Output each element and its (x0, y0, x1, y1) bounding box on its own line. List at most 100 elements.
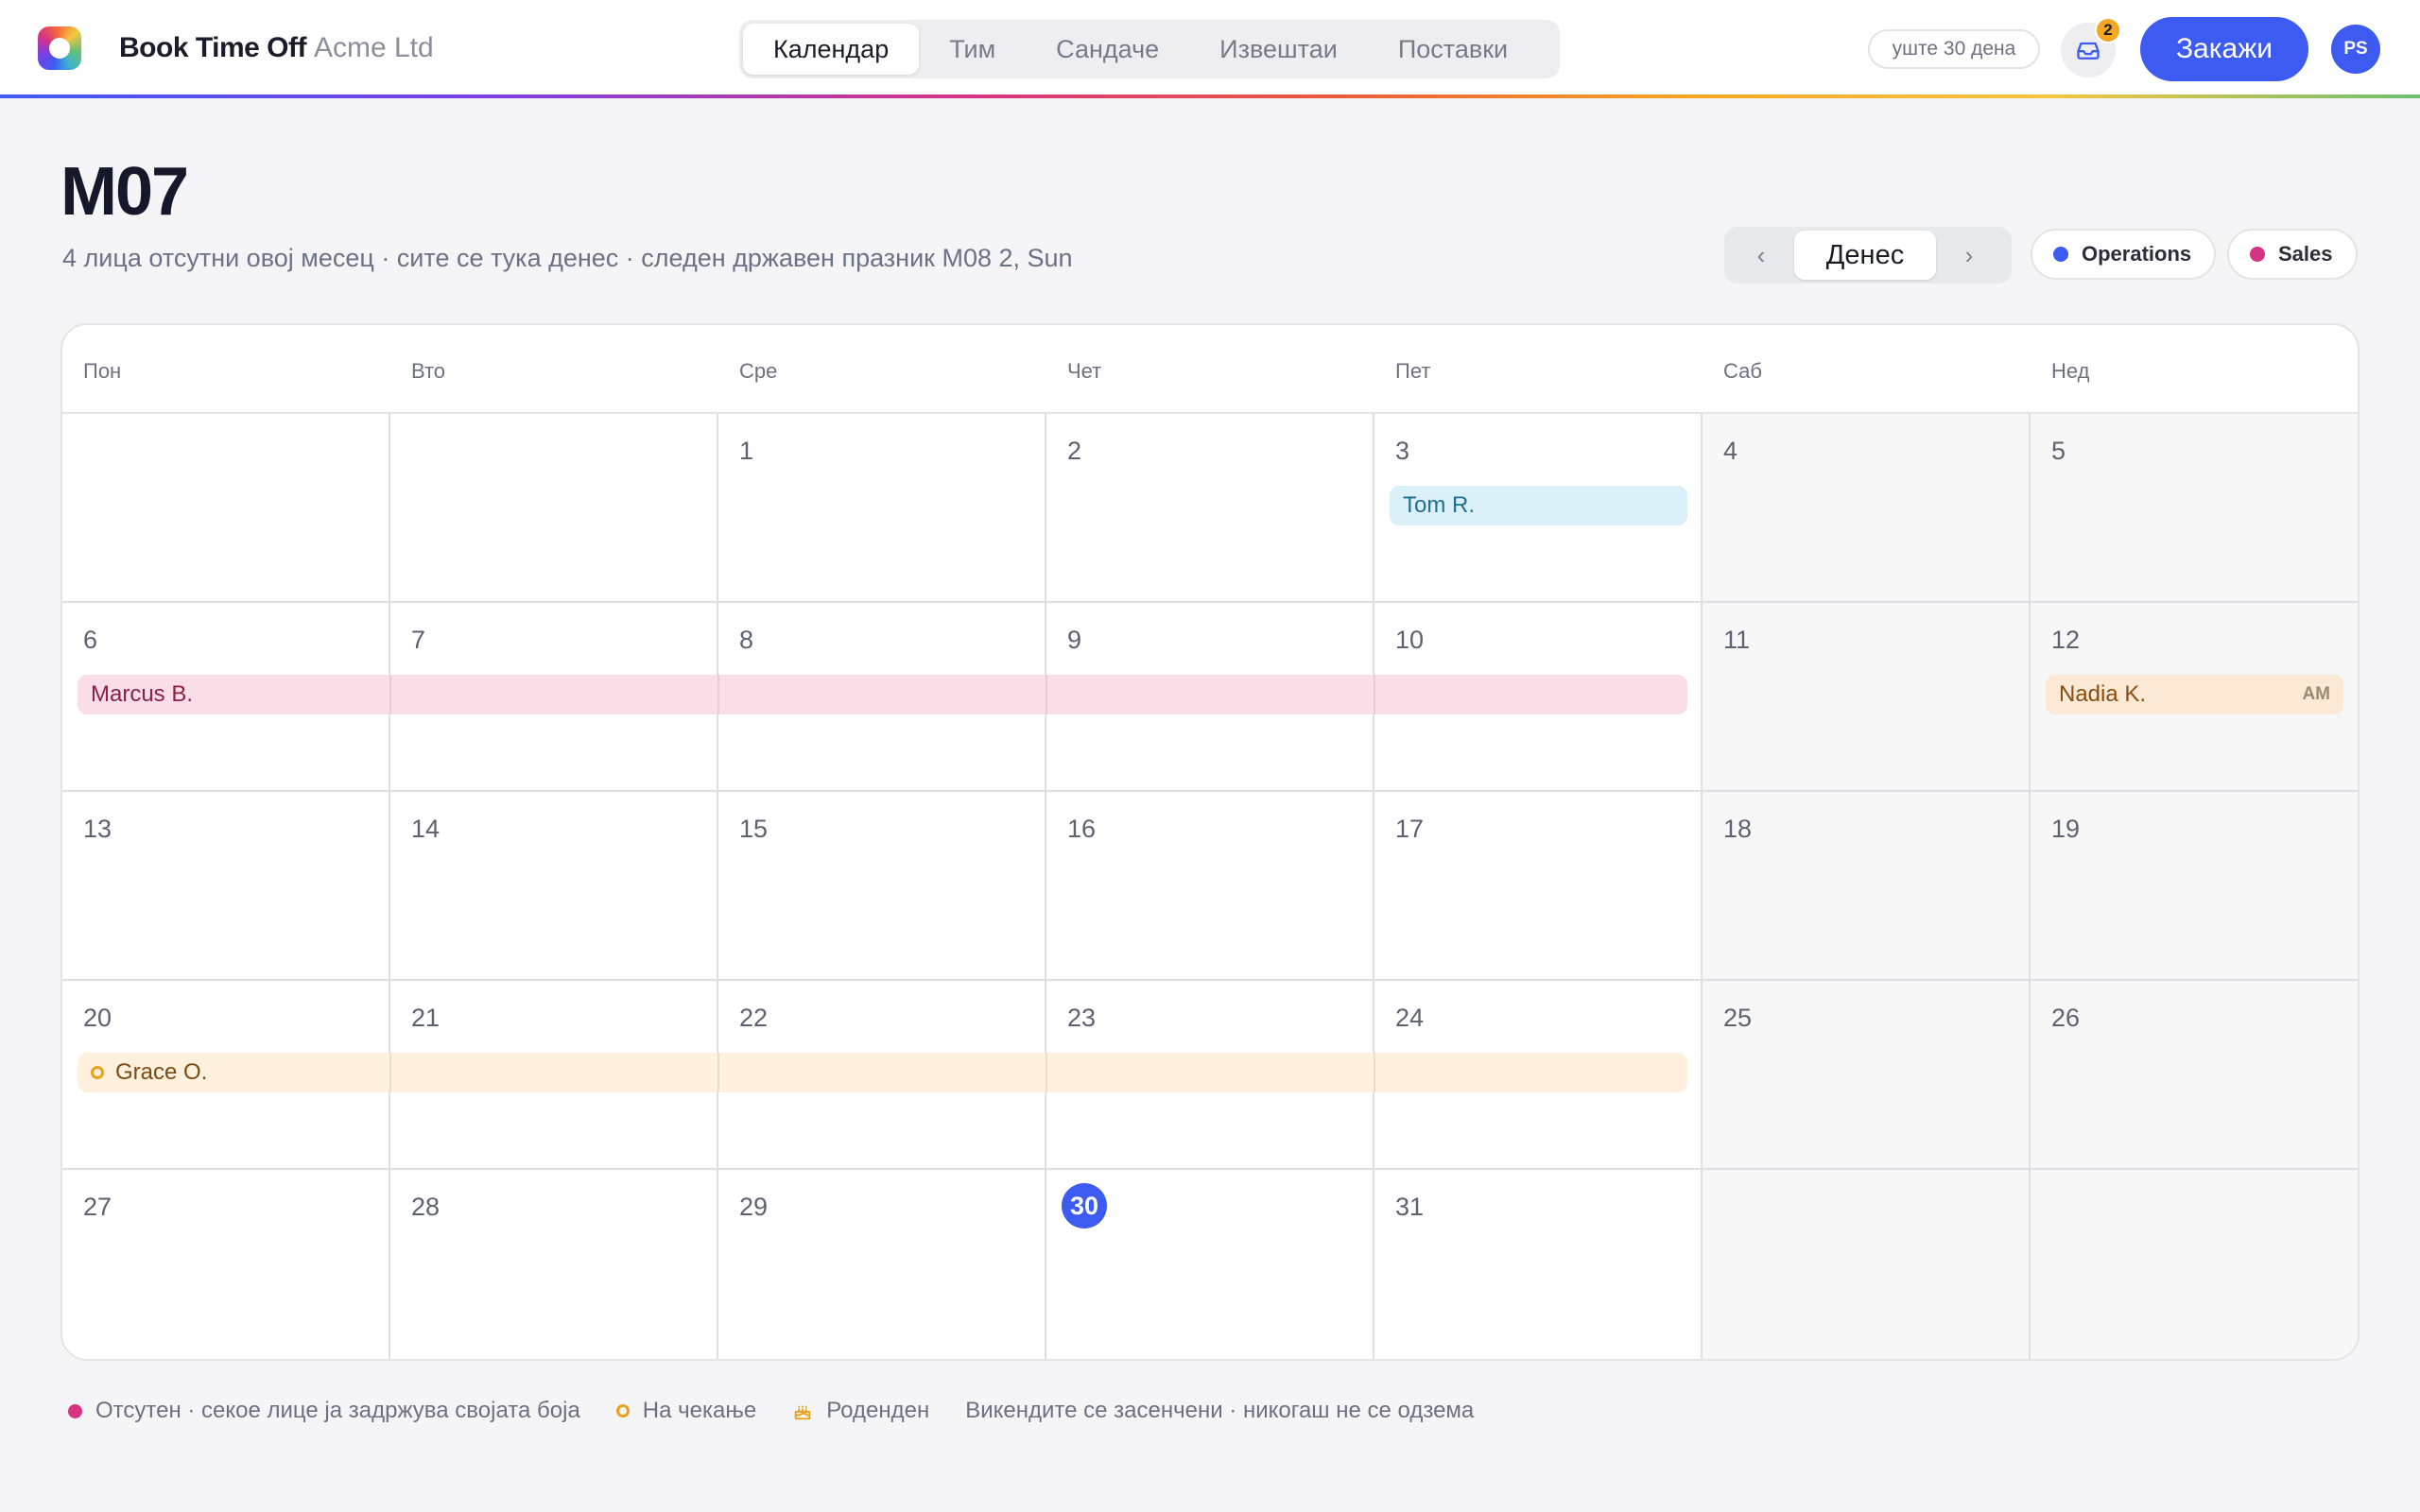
empty-day-cell (2031, 1170, 2358, 1359)
app-logo-icon[interactable] (38, 26, 81, 70)
absence-bar[interactable]: Nadia K. AM (2046, 675, 2343, 714)
top-bar: Book Time Off Acme Ltd Календар Тим Санда… (0, 0, 2420, 98)
pending-ring-icon (615, 1404, 630, 1418)
legend-birthday-label: Роденден (826, 1398, 930, 1423)
main-nav: Календар Тим Сандаче Извештаи Поставки (739, 20, 1560, 78)
day-cell[interactable]: 26 (2031, 981, 2358, 1170)
day-divider (1374, 675, 1375, 714)
day-divider (1374, 1053, 1375, 1092)
empty-day-cell (62, 414, 390, 603)
legend-pending: На чекање (615, 1398, 757, 1424)
trial-badge[interactable]: уште 30 дена (1868, 29, 2040, 69)
dept-filter-operations[interactable]: Operations (2031, 229, 2217, 280)
day-cell[interactable]: 19 (2031, 792, 2358, 981)
day-cell[interactable]: 31 (1374, 1170, 1703, 1359)
absence-bar[interactable]: Grace O. (78, 1053, 1687, 1092)
weekday-header: Пон Вто Сре Чет Пет Саб Нед (62, 325, 2358, 414)
prev-month-button[interactable]: ‹ (1728, 231, 1794, 280)
day-cell[interactable]: 11 (1703, 603, 2031, 792)
cake-icon (792, 1400, 813, 1421)
legend-weekend-label: Викендите се засенчени · никогаш не се о… (965, 1398, 1475, 1423)
absence-bar[interactable]: Tom R. (1390, 486, 1687, 525)
day-cell[interactable]: 15 (718, 792, 1046, 981)
absence-person-name: Tom R. (1403, 492, 1476, 518)
weekday-label: Пон (83, 359, 122, 383)
next-month-button[interactable]: › (1936, 231, 2002, 280)
tab-calendar[interactable]: Календар (743, 24, 920, 75)
dept-color-dot (2053, 247, 2068, 262)
day-number: 9 (1067, 626, 1082, 654)
today-button[interactable]: Денес (1794, 231, 1936, 280)
day-cell[interactable]: 29 (718, 1170, 1046, 1359)
book-time-off-button[interactable]: Закажи (2140, 17, 2308, 81)
day-cell[interactable]: 13 (62, 792, 390, 981)
weekday-label: Вто (411, 359, 446, 383)
day-number: 10 (1395, 626, 1425, 654)
legend-pending-label: На чекање (642, 1398, 757, 1423)
absent-dot-icon (68, 1403, 82, 1418)
day-number: 2 (1067, 437, 1082, 465)
absence-person-name: Grace O. (115, 1059, 208, 1085)
user-avatar[interactable]: PS (2331, 25, 2380, 74)
day-cell[interactable]: 2 (1046, 414, 1374, 603)
absence-person-name: Nadia K. (2059, 681, 2147, 707)
page-title: M07 (60, 154, 189, 230)
day-number: 28 (411, 1193, 441, 1221)
day-cell[interactable]: 28 (390, 1170, 718, 1359)
day-number: 18 (1723, 815, 1753, 843)
legend-absent-label: Отсутен · секое лице ја задржува својата… (95, 1398, 580, 1423)
brand: Book Time Off Acme Ltd (119, 32, 434, 64)
weekday-label: Пет (1395, 359, 1431, 383)
day-divider (389, 1053, 391, 1092)
day-cell[interactable]: 27 (62, 1170, 390, 1359)
tab-settings[interactable]: Поставки (1368, 24, 1538, 75)
day-number: 16 (1067, 815, 1097, 843)
day-number: 31 (1395, 1193, 1425, 1221)
tab-reports[interactable]: Извештаи (1189, 24, 1368, 75)
day-number: 15 (739, 815, 769, 843)
day-number: 6 (83, 626, 98, 654)
day-cell[interactable]: 25 (1703, 981, 2031, 1170)
empty-day-cell (1703, 1170, 2031, 1359)
day-number: 4 (1723, 437, 1738, 465)
day-number: 11 (1723, 626, 1751, 654)
day-number: 1 (739, 437, 754, 465)
legend-weekend-note: Викендите се засенчени · никогаш не се о… (965, 1398, 1474, 1424)
day-number: 12 (2051, 626, 2081, 654)
day-number: 21 (411, 1004, 441, 1032)
day-cell[interactable]: 14 (390, 792, 718, 981)
rainbow-stripe (0, 94, 2420, 98)
day-number: 25 (1723, 1004, 1753, 1032)
day-cell[interactable]: 17 (1374, 792, 1703, 981)
dept-label: Operations (2082, 242, 2192, 266)
today-day-number: 30 (1062, 1183, 1107, 1228)
day-cell[interactable]: 1 (718, 414, 1046, 603)
dept-filter-sales[interactable]: Sales (2227, 229, 2358, 280)
day-cell[interactable]: 30 (1046, 1170, 1374, 1359)
tab-inbox[interactable]: Сандаче (1026, 24, 1189, 75)
month-navigator: ‹ Денес › (1724, 227, 2012, 284)
legend-absent: Отсутен · секое лице ја задржува својата… (68, 1398, 580, 1424)
tab-team[interactable]: Тим (919, 24, 1026, 75)
legend-birthday: Роденден (792, 1398, 929, 1424)
weekday-label: Чет (1067, 359, 1102, 383)
day-cell[interactable]: 16 (1046, 792, 1374, 981)
day-number: 14 (411, 815, 441, 843)
dept-color-dot (2250, 247, 2265, 262)
day-divider (389, 675, 391, 714)
day-divider (717, 675, 719, 714)
day-number: 8 (739, 626, 754, 654)
day-cell[interactable]: 18 (1703, 792, 2031, 981)
day-number: 5 (2051, 437, 2066, 465)
inbox-icon (2077, 42, 2100, 60)
day-number: 29 (739, 1193, 769, 1221)
day-number: 17 (1395, 815, 1425, 843)
day-cell[interactable]: 5 (2031, 414, 2358, 603)
weekday-label: Саб (1723, 359, 1762, 383)
day-divider (1046, 1053, 1047, 1092)
app-name: Book Time Off (119, 32, 306, 63)
absence-bar[interactable]: Marcus B. (78, 675, 1687, 714)
day-number: 3 (1395, 437, 1410, 465)
month-calendar: Пон Вто Сре Чет Пет Саб Нед 1 2 3 4 5 6 7 8 9 10 11 12 13 1… (60, 323, 2360, 1361)
day-cell[interactable]: 4 (1703, 414, 2031, 603)
